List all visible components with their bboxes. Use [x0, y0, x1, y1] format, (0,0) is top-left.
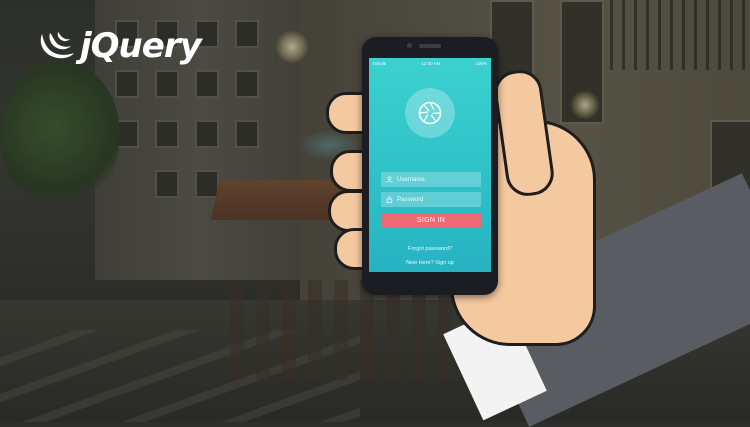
forgot-password-link[interactable]: Forgot password?	[369, 246, 491, 252]
lock-icon	[386, 196, 393, 203]
sign-up-link[interactable]: New Here? Sign up	[369, 260, 491, 266]
username-field[interactable]: Username	[381, 172, 481, 187]
status-bar: Mobile 12:00 AM 100%	[369, 58, 491, 68]
jquery-swoosh-icon	[40, 32, 74, 59]
app-logo	[405, 88, 455, 138]
smartphone: Mobile 12:00 AM 100% Username Password S…	[362, 37, 498, 295]
aperture-icon	[418, 101, 442, 125]
jquery-logo: jQuery	[36, 26, 202, 66]
username-placeholder: Username	[397, 176, 425, 183]
front-camera	[407, 43, 412, 48]
login-screen: Mobile 12:00 AM 100% Username Password S…	[369, 58, 491, 272]
user-icon	[386, 176, 393, 183]
carrier-label: Mobile	[373, 60, 387, 66]
earpiece-speaker	[419, 44, 441, 48]
home-button-area[interactable]	[362, 277, 498, 291]
password-field[interactable]: Password	[381, 192, 481, 207]
logo-wordmark: jQuery	[80, 26, 202, 66]
sign-in-button[interactable]: SIGN IN	[381, 213, 481, 228]
clock-label: 12:00 AM	[421, 60, 441, 66]
password-placeholder: Password	[397, 196, 424, 203]
battery-label: 100%	[475, 60, 487, 66]
